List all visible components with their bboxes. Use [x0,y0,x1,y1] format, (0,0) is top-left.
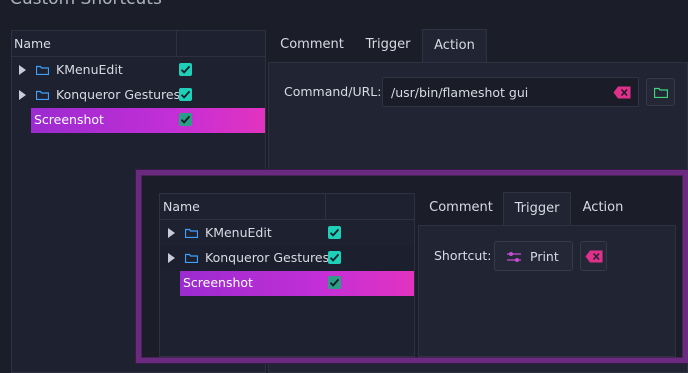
shortcut-key-icon [507,252,521,262]
folder-icon [185,253,198,263]
check-icon [329,278,340,287]
tree-item-label: Screenshot [34,112,104,127]
clear-icon [585,250,603,263]
tab-comment[interactable]: Comment [274,29,350,63]
tab-action[interactable]: Action [573,192,633,226]
window-title: Custom Shortcuts [10,0,162,9]
tab-comment[interactable]: Comment [424,192,498,226]
front-shortcut-tree[interactable]: Name KMenuEdit Konqueror Gestures Screen… [159,193,415,357]
tree-row-kmenuedit[interactable]: KMenuEdit [12,58,265,83]
folder-icon [36,90,49,100]
expand-arrow-icon[interactable] [168,228,175,238]
command-url-label: Command/URL: [284,84,382,99]
back-tab-bar: Comment Trigger Action [268,29,688,63]
tree-row-screenshot[interactable]: Screenshot [180,271,414,296]
clear-text-icon[interactable] [613,86,631,99]
check-icon [180,90,191,99]
tab-trigger[interactable]: Trigger [354,29,422,63]
browse-button[interactable] [646,78,675,106]
tree-row-konqueror-gestures[interactable]: Konqueror Gestures [12,83,265,108]
expand-arrow-icon[interactable] [19,65,26,75]
tree-row-screenshot[interactable]: Screenshot [31,108,265,133]
name-column-header: Name [163,199,200,214]
expand-arrow-icon[interactable] [19,90,26,100]
tree-item-label: KMenuEdit [205,225,272,240]
window-title-bar: Custom Shortcuts [0,0,688,16]
folder-open-icon [654,87,668,98]
check-icon [180,65,191,74]
enabled-checkbox[interactable] [179,88,192,101]
tab-trigger[interactable]: Trigger [503,192,571,226]
expand-arrow-icon[interactable] [168,253,175,263]
tree-row-konqueror-gestures[interactable]: Konqueror Gestures [160,246,414,271]
tree-item-label: Konqueror Gestures [56,87,181,102]
column-separator [325,194,326,219]
front-tab-bar: Comment Trigger Action [418,192,676,226]
enabled-checkbox[interactable] [179,113,192,126]
enabled-checkbox[interactable] [328,251,341,264]
shortcut-label: Shortcut: [434,248,492,263]
check-icon [329,228,340,237]
column-separator [176,31,177,56]
command-url-field[interactable]: /usr/bin/flameshot gui [382,77,639,107]
clear-shortcut-button[interactable] [580,241,607,271]
enabled-checkbox[interactable] [328,276,341,289]
tree-header[interactable]: Name [12,31,265,57]
tree-row-kmenuedit[interactable]: KMenuEdit [160,221,414,246]
command-url-value: /usr/bin/flameshot gui [391,85,529,100]
folder-icon [36,65,49,75]
enabled-checkbox[interactable] [328,226,341,239]
enabled-checkbox[interactable] [179,63,192,76]
shortcut-button[interactable]: Print [494,241,573,271]
tree-item-label: Konqueror Gestures [205,250,330,265]
folder-icon [185,228,198,238]
tab-action[interactable]: Action [422,29,487,63]
check-icon [329,253,340,262]
front-trigger-panel: Shortcut: Print [418,225,676,357]
tree-item-label: Screenshot [183,275,253,290]
tree-header[interactable]: Name [160,194,414,220]
shortcut-value: Print [530,249,559,264]
tree-item-label: KMenuEdit [56,62,123,77]
check-icon [180,115,191,124]
name-column-header: Name [14,36,51,51]
